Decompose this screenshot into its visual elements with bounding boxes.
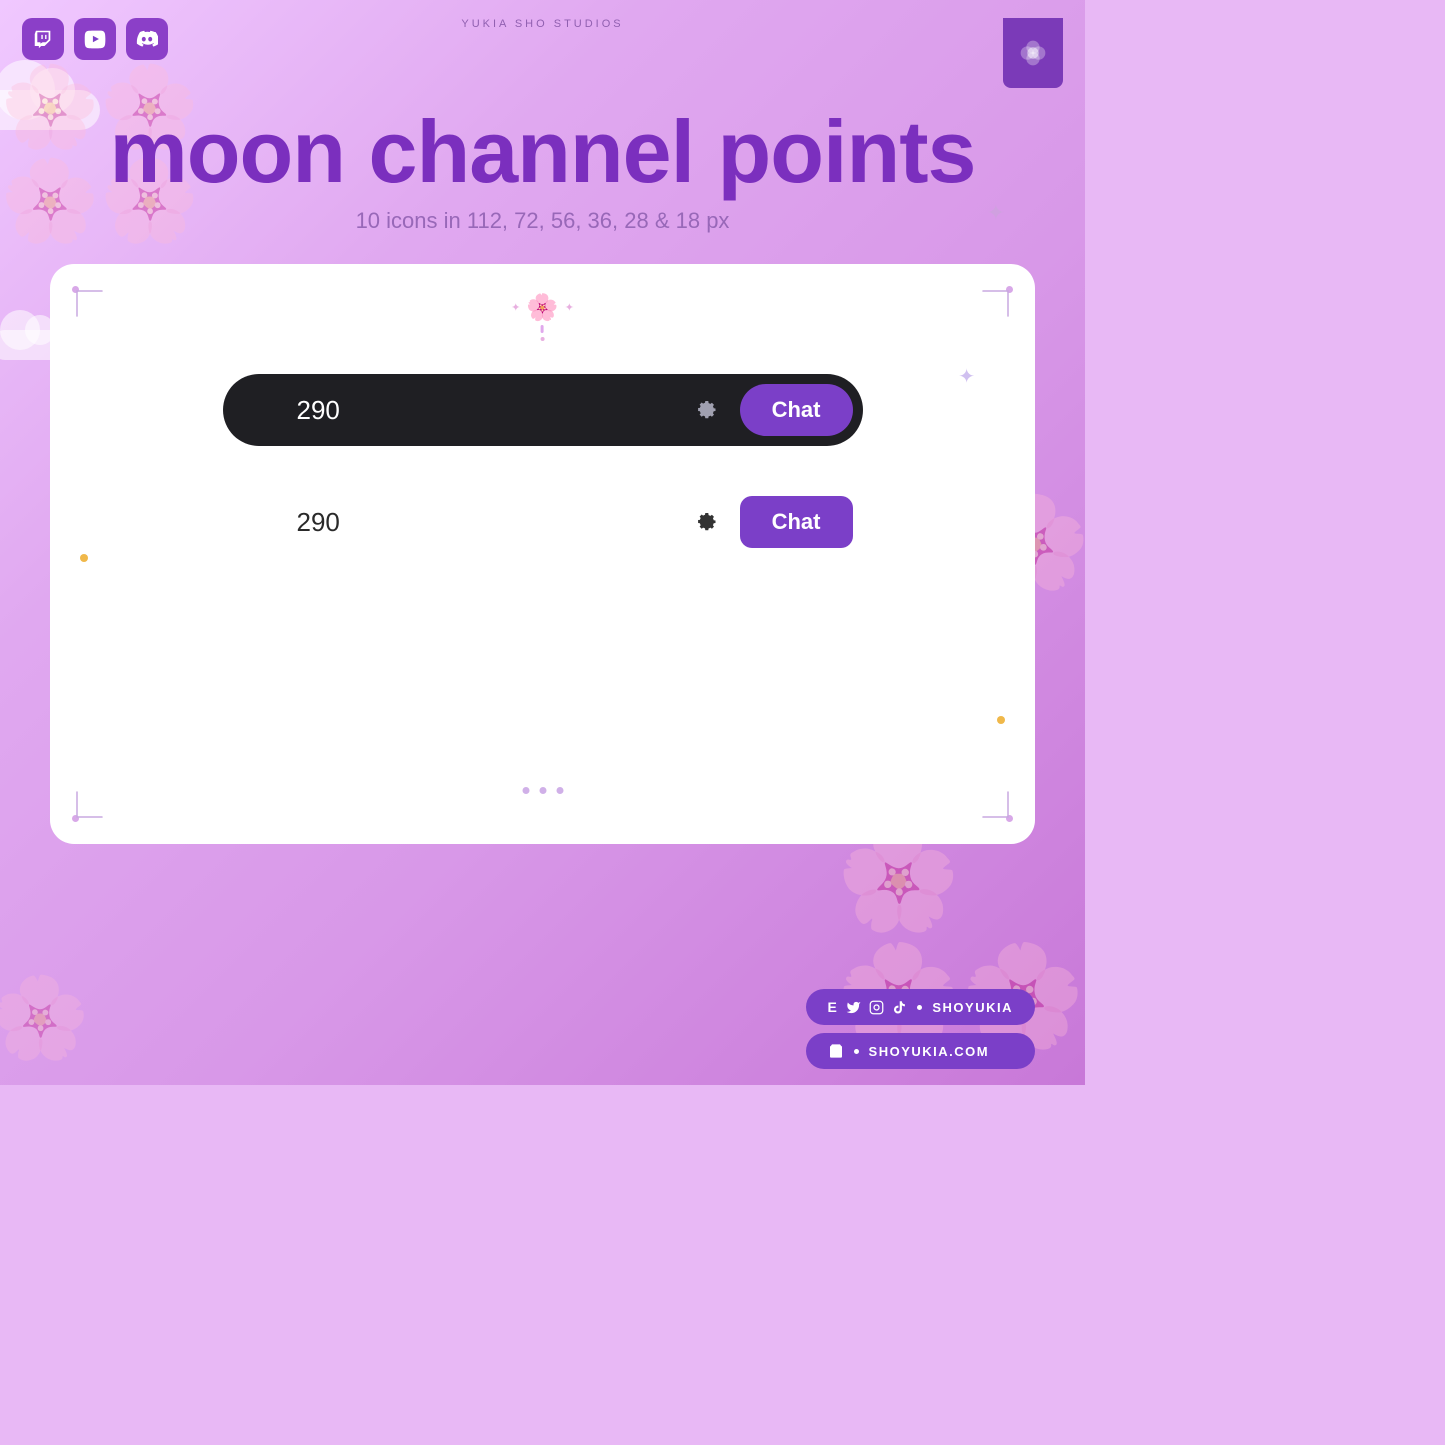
mockups-container: 290 Chat 290 xyxy=(80,314,1005,578)
moon-icon-light xyxy=(243,501,285,543)
orange-dot-left xyxy=(80,554,88,562)
social-badge-label: SHOYUKIA xyxy=(932,1000,1013,1015)
etsy-icon: E xyxy=(828,999,839,1015)
badge-dot-2 xyxy=(854,1049,859,1054)
subtitle: 10 icons in 112, 72, 56, 36, 28 & 18 px xyxy=(20,208,1065,234)
bottom-dot-1 xyxy=(522,787,529,794)
main-title: moon channel points xyxy=(20,108,1065,196)
gear-icon-light[interactable] xyxy=(690,507,720,537)
card-sparkle-tr: ✦ xyxy=(958,364,975,389)
moon-icon-dark xyxy=(243,389,285,431)
tiktok-icon xyxy=(892,1000,907,1015)
badge-social-icons: E xyxy=(828,999,908,1015)
card-bottom-dots xyxy=(522,787,563,794)
discord-icon[interactable] xyxy=(126,18,168,60)
orange-dot-right xyxy=(997,716,1005,724)
social-badge-accounts: E SHOYUKIA xyxy=(806,989,1035,1025)
title-section: moon channel points 10 icons in 112, 72,… xyxy=(0,88,1085,242)
top-section: YUKIA SHO STUDIOS xyxy=(0,0,1085,88)
channel-bar-dark: 290 Chat xyxy=(223,374,863,446)
flower-decoration-bottomleft: 🌸 xyxy=(0,971,90,1065)
bottom-badges: E SHOYUKIA SHOYUKIA.COM xyxy=(806,989,1035,1069)
card-corner-br xyxy=(963,772,1013,822)
card-corner-tr xyxy=(963,286,1013,336)
card-corner-tl xyxy=(72,286,122,336)
bottom-dot-3 xyxy=(556,787,563,794)
social-icons-top xyxy=(22,18,168,60)
top-right-badge xyxy=(1003,18,1063,88)
channel-bar-light: 290 Chat xyxy=(223,486,863,558)
website-badge[interactable]: SHOYUKIA.COM xyxy=(806,1033,1035,1069)
gear-icon-dark[interactable] xyxy=(690,395,720,425)
cart-icon xyxy=(828,1043,844,1059)
chat-button-dark[interactable]: Chat xyxy=(740,384,853,436)
bottom-dot-2 xyxy=(539,787,546,794)
studio-name: YUKIA SHO STUDIOS xyxy=(461,18,623,30)
card-corner-bl xyxy=(72,772,122,822)
chat-button-light[interactable]: Chat xyxy=(740,496,853,548)
twitter-icon xyxy=(846,1000,861,1015)
points-count-light: 290 xyxy=(297,507,678,538)
twitch-icon[interactable] xyxy=(22,18,64,60)
website-badge-label: SHOYUKIA.COM xyxy=(869,1044,990,1059)
card-sakura: ✦ 🌸 ✦ xyxy=(511,292,574,341)
youtube-icon[interactable] xyxy=(74,18,116,60)
badge-dot-1 xyxy=(917,1005,922,1010)
points-count-dark: 290 xyxy=(297,395,678,426)
instagram-icon xyxy=(869,1000,884,1015)
white-card: ✦ 🌸 ✦ 290 xyxy=(50,264,1035,844)
